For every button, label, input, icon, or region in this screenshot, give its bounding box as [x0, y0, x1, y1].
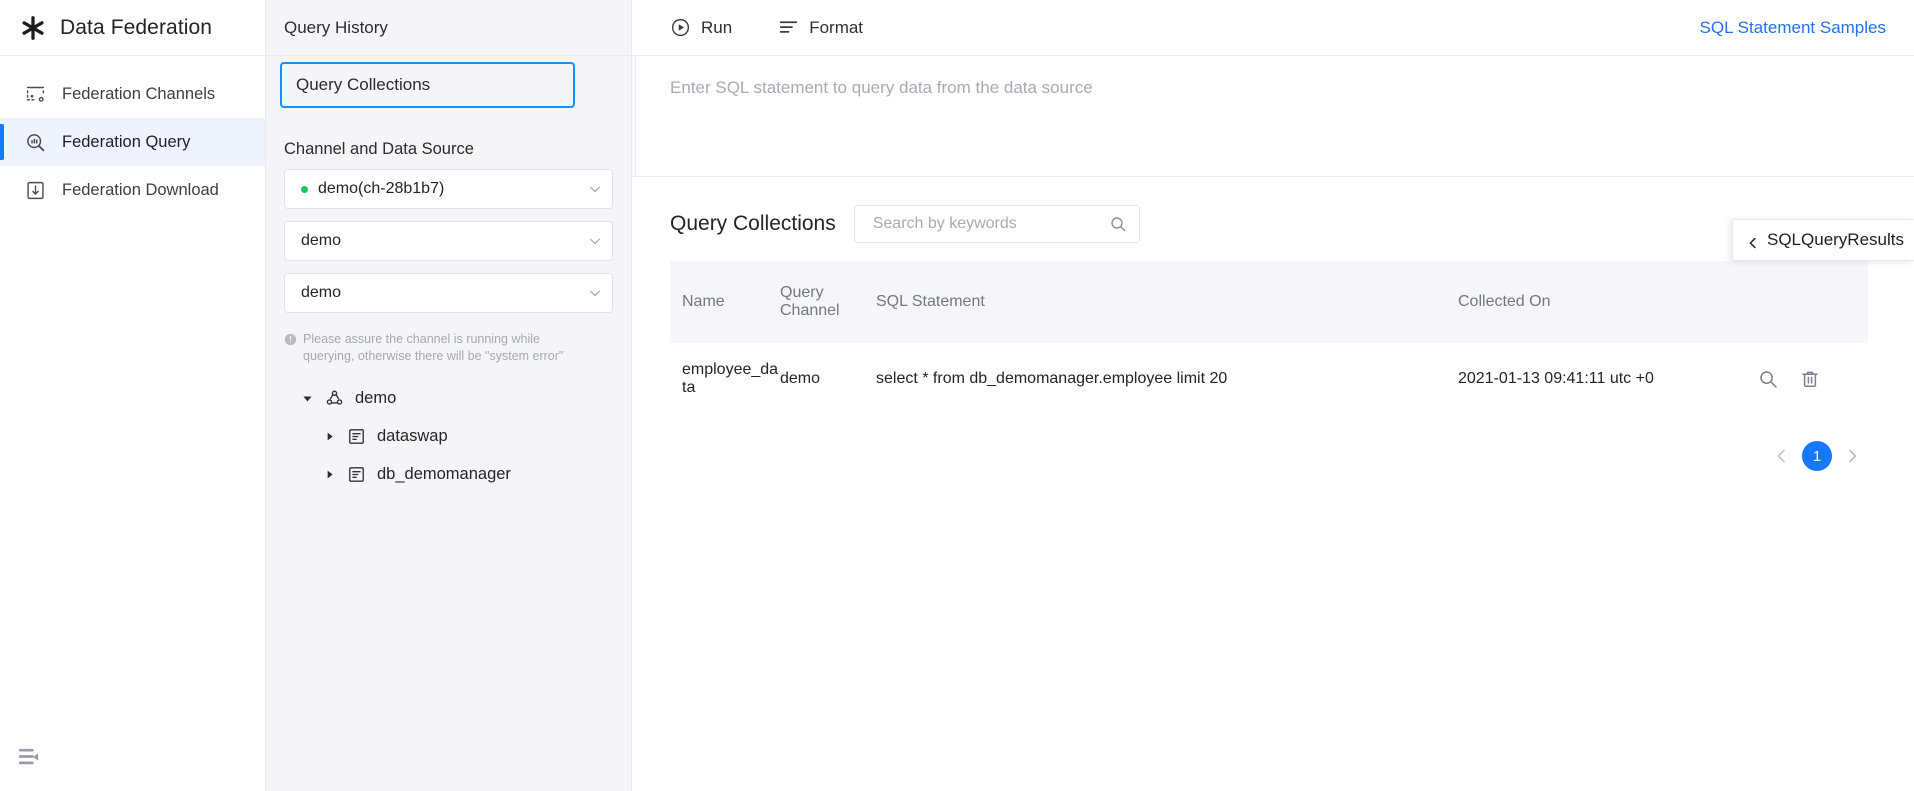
- collections-table: Name Query Channel SQL Statement Collect…: [670, 261, 1868, 415]
- column-header-sql-statement: SQL Statement: [876, 261, 1458, 343]
- sidebar-item-label: Federation Download: [62, 180, 219, 199]
- format-lines-icon: [778, 17, 799, 38]
- tab-collections-wrapper: Query Collections: [266, 56, 631, 118]
- tree-node-label: demo: [355, 388, 397, 407]
- results-title: Query Collections: [670, 212, 836, 235]
- sidebar-item-federation-download[interactable]: Federation Download: [0, 166, 265, 214]
- column-header-actions: [1758, 261, 1868, 343]
- tab-label: Query History: [284, 17, 388, 37]
- column-header-query-channel: Query Channel: [780, 261, 876, 343]
- datasource-select-value: demo: [301, 232, 342, 249]
- side-tab-label: SQLQueryResults: [1767, 230, 1904, 249]
- caret-right-icon[interactable]: [322, 429, 336, 443]
- tab-label: Query Collections: [296, 75, 431, 94]
- chevron-left-icon[interactable]: [1774, 448, 1790, 464]
- column-header-name: Name: [670, 261, 780, 343]
- sidebar-nav: Federation Channels Federation Query Fed…: [0, 56, 265, 214]
- cell-sql-statement: select * from db_demomanager.employee li…: [876, 343, 1458, 415]
- tree-node-label: db_demomanager: [377, 464, 511, 483]
- tab-query-collections[interactable]: Query Collections: [280, 62, 575, 108]
- run-label: Run: [701, 17, 733, 37]
- editor-gutter: [632, 56, 636, 176]
- chevron-down-icon: [588, 286, 602, 300]
- asterisk-logo-icon: [20, 15, 46, 41]
- left-sidebar: Data Federation Federation Channels Fede…: [0, 0, 266, 791]
- cell-collected-on: 2021-01-13 09:41:11 utc +0: [1458, 343, 1758, 415]
- delete-trash-icon[interactable]: [1800, 369, 1820, 389]
- cell-actions: [1758, 343, 1868, 415]
- tree-node-db-demomanager[interactable]: db_demomanager: [266, 455, 631, 493]
- channel-running-hint: Please assure the channel is running whi…: [266, 325, 606, 365]
- format-label: Format: [809, 17, 864, 37]
- database-icon: [347, 465, 366, 484]
- chevron-right-icon[interactable]: [1844, 448, 1860, 464]
- datasource-tree: demo dataswap db_demomanager: [266, 365, 631, 493]
- results-header: Query Collections: [670, 177, 1868, 261]
- search-icon[interactable]: [1758, 369, 1778, 389]
- page-number-1[interactable]: 1: [1802, 441, 1832, 471]
- chevron-down-icon: [588, 234, 602, 248]
- table-header-row: Name Query Channel SQL Statement Collect…: [670, 261, 1868, 343]
- page-title: Data Federation: [60, 15, 213, 39]
- search-input[interactable]: [870, 214, 1110, 234]
- info-circle-icon: [284, 333, 297, 346]
- tree-node-demo[interactable]: demo: [266, 379, 631, 417]
- sql-query-results-tab[interactable]: SQLQueryResults: [1732, 219, 1914, 261]
- tree-node-dataswap[interactable]: dataswap: [266, 417, 631, 455]
- caret-down-icon[interactable]: [300, 391, 314, 405]
- chevron-left-icon: [1747, 234, 1759, 249]
- run-button[interactable]: Run: [670, 17, 732, 38]
- database-icon: [347, 427, 366, 446]
- cell-query-channel: demo: [780, 343, 876, 415]
- sql-statement-samples-link[interactable]: SQL Statement Samples: [1700, 18, 1886, 38]
- sidebar-item-federation-query[interactable]: Federation Query: [0, 118, 265, 166]
- sidebar-item-label: Federation Channels: [62, 84, 216, 103]
- channel-status-dot: [301, 185, 308, 193]
- main-content: Run Format SQL Statement Samples Enter S…: [632, 0, 1914, 791]
- format-button[interactable]: Format: [778, 17, 863, 38]
- cell-name: employee_data: [670, 343, 780, 415]
- pagination: 1: [670, 415, 1868, 471]
- app-root: Data Federation Federation Channels Fede…: [0, 0, 1914, 791]
- caret-right-icon[interactable]: [322, 467, 336, 481]
- database-select[interactable]: demo: [284, 273, 613, 313]
- chevron-down-icon: [588, 182, 602, 196]
- collapse-sidebar-icon[interactable]: [18, 747, 40, 767]
- download-box-icon: [24, 179, 46, 201]
- table-header: Name Query Channel SQL Statement Collect…: [670, 261, 1868, 343]
- query-panel: Query History Query Collections Channel …: [266, 0, 632, 791]
- column-header-collected-on: Collected On: [1458, 261, 1758, 343]
- editor-toolbar: Run Format SQL Statement Samples: [632, 0, 1914, 56]
- play-circle-icon: [670, 17, 691, 38]
- channel-select[interactable]: demo(ch-28b1b7): [284, 169, 613, 209]
- datasource-select[interactable]: demo: [284, 221, 613, 261]
- query-collections-results: Query Collections Name Query Channel: [632, 177, 1914, 791]
- sql-editor[interactable]: Enter SQL statement to query data from t…: [632, 56, 1914, 177]
- sidebar-item-federation-channels[interactable]: Federation Channels: [0, 70, 265, 118]
- database-select-value: demo: [301, 284, 342, 301]
- channel-node-icon: [325, 389, 344, 408]
- hint-text: Please assure the channel is running whi…: [303, 332, 564, 363]
- table-body: employee_data demo select * from db_demo…: [670, 343, 1868, 415]
- channel-select-value: demo(ch-28b1b7): [318, 180, 445, 197]
- brand-header: Data Federation: [0, 0, 265, 56]
- search-box[interactable]: [853, 205, 1140, 243]
- search-icon: [1110, 216, 1126, 232]
- tab-query-history[interactable]: Query History: [266, 0, 631, 56]
- channels-icon: [24, 83, 46, 105]
- sidebar-item-label: Federation Query: [62, 132, 191, 151]
- query-magnifier-icon: [24, 131, 46, 153]
- table-row[interactable]: employee_data demo select * from db_demo…: [670, 343, 1868, 415]
- channel-datasource-heading: Channel and Data Source: [284, 140, 474, 158]
- tree-node-label: dataswap: [377, 426, 448, 445]
- sql-editor-placeholder: Enter SQL statement to query data from t…: [670, 78, 1093, 97]
